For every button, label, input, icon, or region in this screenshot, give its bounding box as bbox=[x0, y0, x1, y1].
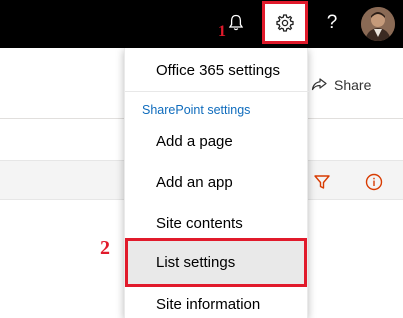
gear-icon bbox=[276, 13, 294, 32]
step-1-annotation: 1 bbox=[218, 23, 226, 40]
info-icon[interactable] bbox=[364, 172, 384, 192]
menu-item-add-an-app[interactable]: Add an app bbox=[125, 162, 309, 202]
share-button[interactable]: Share bbox=[311, 75, 371, 95]
list-settings-item-inner: List settings bbox=[128, 241, 304, 284]
menu-divider bbox=[125, 91, 309, 92]
menu-item-label: Add a page bbox=[156, 132, 233, 150]
avatar[interactable] bbox=[361, 7, 395, 41]
menu-item-site-contents[interactable]: Site contents bbox=[125, 203, 309, 243]
settings-gear-button[interactable] bbox=[262, 1, 308, 44]
filter-icon[interactable] bbox=[312, 172, 332, 192]
share-icon bbox=[311, 78, 327, 91]
suite-bar: ? bbox=[0, 0, 403, 48]
menu-item-label: List settings bbox=[156, 254, 236, 271]
menu-item-site-information[interactable]: Site information bbox=[125, 284, 309, 318]
notifications-button[interactable] bbox=[222, 9, 250, 37]
menu-item-list-settings[interactable]: List settings bbox=[125, 238, 307, 287]
sharepoint-settings-heading: SharePoint settings bbox=[142, 103, 251, 117]
user-photo-icon bbox=[361, 7, 395, 41]
help-button[interactable]: ? bbox=[318, 9, 346, 37]
office-365-settings-item[interactable]: Office 365 settings bbox=[125, 50, 309, 90]
menu-item-label: Add an app bbox=[156, 173, 233, 191]
menu-item-label: Office 365 settings bbox=[156, 61, 280, 79]
menu-item-label: Site information bbox=[156, 295, 261, 313]
menu-item-add-a-page[interactable]: Add a page bbox=[125, 121, 309, 161]
share-label: Share bbox=[334, 77, 372, 93]
menu-item-label: Site contents bbox=[156, 214, 243, 232]
bell-icon bbox=[228, 14, 244, 31]
step-2-annotation: 2 bbox=[100, 237, 110, 259]
